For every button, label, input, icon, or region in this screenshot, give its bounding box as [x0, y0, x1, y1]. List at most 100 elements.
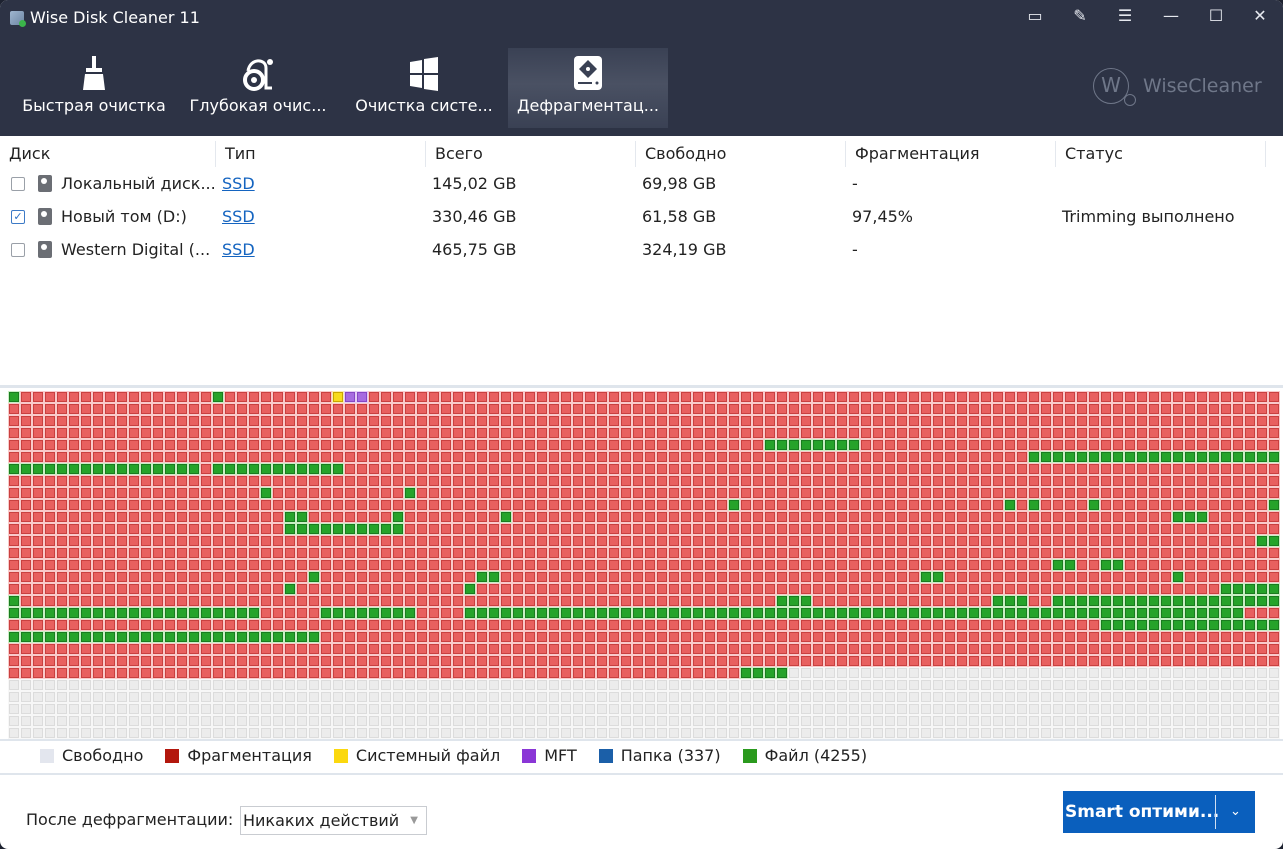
- fragmented-block: [752, 487, 764, 499]
- free-block: [1208, 679, 1220, 691]
- fragmented-block: [308, 583, 320, 595]
- column-header-fragmentation[interactable]: Фрагментация: [846, 141, 1056, 167]
- fragmented-block: [968, 523, 980, 535]
- menu-icon[interactable]: ☰: [1111, 4, 1139, 28]
- free-block: [440, 727, 452, 739]
- fragmented-block: [476, 583, 488, 595]
- fragmented-block: [944, 403, 956, 415]
- table-row[interactable]: Локальный диск... SSD 145,02 GB 69,98 GB…: [0, 167, 1283, 200]
- fragmented-block: [656, 451, 668, 463]
- minimize-button[interactable]: —: [1157, 4, 1185, 28]
- fragmented-block: [620, 451, 632, 463]
- column-header-status[interactable]: Статус: [1056, 141, 1266, 167]
- free-block: [1160, 703, 1172, 715]
- free-block: [260, 727, 272, 739]
- fragmented-block: [164, 415, 176, 427]
- free-block: [56, 715, 68, 727]
- fragmented-block: [848, 547, 860, 559]
- fragmented-block: [92, 643, 104, 655]
- column-header-free[interactable]: Свободно: [636, 141, 846, 167]
- free-block: [716, 679, 728, 691]
- fragmented-block: [452, 631, 464, 643]
- fragmented-block: [1208, 439, 1220, 451]
- fragmented-block: [536, 631, 548, 643]
- fragmented-block: [248, 391, 260, 403]
- fragmented-block: [188, 667, 200, 679]
- table-row[interactable]: Western Digital (... SSD 465,75 GB 324,1…: [0, 233, 1283, 266]
- fragmented-block: [1136, 403, 1148, 415]
- fragmented-block: [596, 463, 608, 475]
- fragmented-block: [1040, 571, 1052, 583]
- file-block: [92, 631, 104, 643]
- fragmented-block: [1220, 571, 1232, 583]
- tab-system-clean[interactable]: Очистка систе...: [344, 48, 504, 128]
- fragmented-block: [1244, 547, 1256, 559]
- fragmented-block: [740, 547, 752, 559]
- chevron-down-icon[interactable]: ⌄: [1216, 791, 1255, 833]
- fragmented-block: [776, 631, 788, 643]
- column-header-type[interactable]: Тип: [216, 141, 426, 167]
- smart-optimize-button[interactable]: Smart оптими... ⌄: [1063, 791, 1255, 833]
- free-block: [248, 691, 260, 703]
- fragmented-block: [1196, 475, 1208, 487]
- fragmented-block: [1208, 583, 1220, 595]
- table-row[interactable]: ✓ Новый том (D:) SSD 330,46 GB 61,58 GB …: [0, 200, 1283, 233]
- fragmented-block: [908, 547, 920, 559]
- free-block: [1112, 715, 1124, 727]
- fragmented-block: [80, 619, 92, 631]
- tab-quick-clean[interactable]: Быстрая очистка: [14, 48, 174, 128]
- after-defrag-select[interactable]: Никаких действий ▼: [240, 806, 427, 835]
- fragmented-block: [80, 403, 92, 415]
- fragmented-block: [896, 643, 908, 655]
- fragmented-block: [764, 403, 776, 415]
- free-block: [1040, 703, 1052, 715]
- disk-checkbox[interactable]: [11, 243, 25, 257]
- maximize-button[interactable]: ☐: [1202, 4, 1230, 28]
- fragmented-block: [980, 487, 992, 499]
- fragmented-block: [32, 643, 44, 655]
- disk-type-link[interactable]: SSD: [222, 167, 255, 200]
- fragmented-block: [476, 451, 488, 463]
- fragmented-block: [20, 583, 32, 595]
- fragmented-block: [596, 511, 608, 523]
- disk-type-link[interactable]: SSD: [222, 200, 255, 233]
- fragmented-block: [428, 427, 440, 439]
- fragmented-block: [632, 439, 644, 451]
- fragmented-block: [848, 511, 860, 523]
- disk-checkbox[interactable]: ✓: [11, 210, 25, 224]
- file-block: [1004, 499, 1016, 511]
- fragmented-block: [296, 475, 308, 487]
- fragmented-block: [56, 523, 68, 535]
- fragmented-block: [380, 667, 392, 679]
- fragmented-block: [200, 619, 212, 631]
- fragmented-block: [320, 571, 332, 583]
- fragmented-block: [272, 475, 284, 487]
- fragmented-block: [848, 415, 860, 427]
- fragmented-block: [764, 643, 776, 655]
- column-header-total[interactable]: Всего: [426, 141, 636, 167]
- close-button[interactable]: ✕: [1246, 4, 1274, 28]
- fragmented-block: [836, 499, 848, 511]
- fragmented-block: [476, 475, 488, 487]
- free-block: [524, 703, 536, 715]
- free-block: [320, 679, 332, 691]
- free-block: [1124, 667, 1136, 679]
- tab-deep-clean[interactable]: Глубокая очис...: [178, 48, 338, 128]
- disk-checkbox[interactable]: [11, 177, 25, 191]
- fragmented-block: [824, 403, 836, 415]
- fragmented-block: [428, 451, 440, 463]
- fragmented-block: [8, 535, 20, 547]
- notes-icon[interactable]: ✎: [1066, 4, 1094, 28]
- fragmented-block: [56, 547, 68, 559]
- fragmented-block: [332, 559, 344, 571]
- disk-type-link[interactable]: SSD: [222, 233, 255, 266]
- fragmented-block: [800, 511, 812, 523]
- file-block: [296, 463, 308, 475]
- feedback-icon[interactable]: ▭: [1021, 4, 1049, 28]
- fragmented-block: [1220, 415, 1232, 427]
- fragmented-block: [548, 475, 560, 487]
- tab-defrag[interactable]: Дефрагментац...: [508, 48, 668, 128]
- fragmented-block: [20, 451, 32, 463]
- column-header-disk[interactable]: Диск: [0, 141, 216, 167]
- fragmented-block: [1136, 439, 1148, 451]
